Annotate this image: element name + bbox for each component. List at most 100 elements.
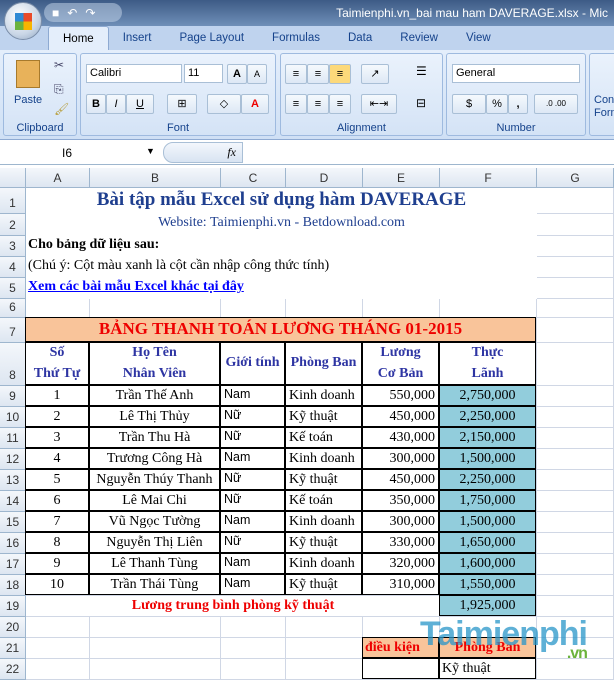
save-icon[interactable]: ■ [52, 6, 59, 20]
table-cell[interactable]: 2 [25, 406, 89, 427]
table-cell[interactable]: Nữ [220, 406, 285, 427]
row-header-7[interactable]: 7 [0, 318, 26, 343]
row-header-2[interactable]: 2 [0, 214, 26, 236]
cell[interactable] [221, 299, 286, 318]
cell[interactable] [90, 617, 221, 638]
column-header-F[interactable]: F [440, 168, 537, 188]
italic-button[interactable]: I [106, 94, 126, 114]
cell[interactable] [537, 596, 614, 617]
office-button[interactable] [4, 2, 42, 40]
table-cell[interactable]: 1,750,000 [439, 490, 536, 511]
table-cell[interactable]: Trần Thế Anh [89, 385, 220, 406]
cell[interactable] [537, 428, 614, 449]
table-cell[interactable]: 1,500,000 [439, 511, 536, 532]
table-cell[interactable]: 1,550,000 [439, 574, 536, 595]
table-cell[interactable]: 5 [25, 469, 89, 490]
table-cell[interactable]: Kỹ thuật [285, 469, 362, 490]
table-cell[interactable]: 2,250,000 [439, 406, 536, 427]
tab-review[interactable]: Review [386, 26, 452, 51]
table-cell[interactable]: 1 [25, 385, 89, 406]
row-header-19[interactable]: 19 [0, 596, 26, 617]
table-cell[interactable]: Kế toán [285, 427, 362, 448]
row-header-3[interactable]: 3 [0, 236, 26, 257]
undo-icon[interactable]: ↶ [67, 6, 77, 20]
accounting-format-button[interactable]: $ [452, 94, 486, 114]
row-header-13[interactable]: 13 [0, 470, 26, 491]
table-cell[interactable]: 300,000 [362, 448, 439, 469]
criteria-empty[interactable] [362, 658, 439, 679]
cell[interactable] [537, 343, 614, 386]
cell[interactable] [537, 554, 614, 575]
table-cell[interactable]: Kinh doanh [285, 448, 362, 469]
row-header-8[interactable]: 8 [0, 343, 26, 386]
table-cell[interactable]: 330,000 [362, 532, 439, 553]
table-cell[interactable]: 430,000 [362, 427, 439, 448]
table-header[interactable]: Họ Tên Nhân Viên [89, 342, 220, 385]
cell[interactable] [221, 659, 286, 680]
cell[interactable] [537, 512, 614, 533]
table-cell[interactable]: 9 [25, 553, 89, 574]
cell[interactable] [537, 214, 614, 236]
table-cell[interactable]: 7 [25, 511, 89, 532]
cell[interactable] [26, 638, 90, 659]
cell[interactable] [286, 638, 363, 659]
table-cell[interactable]: Vũ Ngọc Tường [89, 511, 220, 532]
table-cell[interactable]: Nam [220, 511, 285, 532]
table-cell[interactable]: 450,000 [362, 406, 439, 427]
bold-button[interactable]: B [86, 94, 106, 114]
table-cell[interactable]: Nguyễn Thúy Thanh [89, 469, 220, 490]
table-cell[interactable]: 1,650,000 [439, 532, 536, 553]
intro-text[interactable]: Cho bảng dữ liệu sau: [26, 236, 537, 257]
table-cell[interactable]: 6 [25, 490, 89, 511]
wrap-text-icon[interactable]: ☰ [416, 64, 427, 78]
table-cell[interactable]: 320,000 [362, 553, 439, 574]
row-header-18[interactable]: 18 [0, 575, 26, 596]
row-header-12[interactable]: 12 [0, 449, 26, 470]
table-cell[interactable]: 4 [25, 448, 89, 469]
middle-align-button[interactable]: ≡ [307, 64, 329, 84]
borders-button[interactable]: ⊞ [167, 94, 197, 114]
row-header-4[interactable]: 4 [0, 257, 26, 278]
cell[interactable] [90, 299, 221, 318]
top-align-button[interactable]: ≡ [285, 64, 307, 84]
row-header-9[interactable]: 9 [0, 386, 26, 407]
cell[interactable] [286, 659, 363, 680]
align-right-button[interactable]: ≡ [329, 94, 351, 114]
row-header-17[interactable]: 17 [0, 554, 26, 575]
row-header-14[interactable]: 14 [0, 491, 26, 512]
table-cell[interactable]: 2,750,000 [439, 385, 536, 406]
table-cell[interactable]: 8 [25, 532, 89, 553]
row-header-16[interactable]: 16 [0, 533, 26, 554]
tab-insert[interactable]: Insert [109, 26, 166, 51]
column-header-D[interactable]: D [286, 168, 363, 188]
cell[interactable] [286, 299, 363, 318]
cell[interactable] [537, 533, 614, 554]
cell[interactable] [537, 491, 614, 512]
table-cell[interactable]: Trần Thái Tùng [89, 574, 220, 595]
column-header-C[interactable]: C [221, 168, 286, 188]
font-name-select[interactable]: Calibri [86, 64, 182, 83]
table-header[interactable]: Giới tính [220, 342, 285, 385]
table-header[interactable]: Số Thứ Tự [25, 342, 89, 385]
table-cell[interactable]: Nữ [220, 469, 285, 490]
cell[interactable] [537, 188, 614, 214]
cell[interactable] [90, 638, 221, 659]
criteria-value[interactable]: Kỹ thuật [439, 658, 536, 679]
paste-icon[interactable] [16, 60, 40, 88]
tab-home[interactable]: Home [48, 26, 109, 51]
table-cell[interactable]: Nguyễn Thị Liên [89, 532, 220, 553]
cell[interactable] [537, 236, 614, 257]
column-header-A[interactable]: A [26, 168, 90, 188]
cell[interactable] [440, 299, 537, 318]
website-text[interactable]: Website: Taimienphi.vn - Betdownload.com [26, 214, 537, 236]
table-cell[interactable]: Kỹ thuật [285, 532, 362, 553]
table-cell[interactable]: 350,000 [362, 490, 439, 511]
insert-function-button[interactable]: fx [163, 142, 243, 163]
row-header-11[interactable]: 11 [0, 428, 26, 449]
table-header[interactable]: Lương Cơ Bản [362, 342, 439, 385]
indent-buttons[interactable]: ⇤⇥ [361, 94, 397, 114]
table-cell[interactable]: Kinh doanh [285, 385, 362, 406]
table-cell[interactable]: Kinh doanh [285, 511, 362, 532]
orientation-button[interactable]: ↗ [361, 64, 389, 84]
column-header-E[interactable]: E [363, 168, 440, 188]
